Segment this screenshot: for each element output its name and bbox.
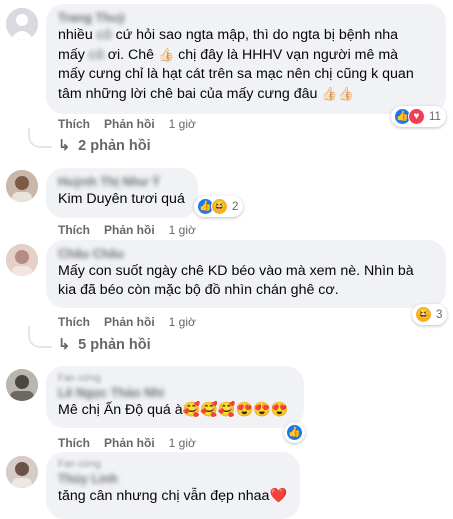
fan-badge: Fan cứng: [58, 459, 101, 470]
love-icon: ♥: [408, 108, 425, 125]
comment-bubble: Fan cứng Thùy Linh tăng cân nhưng chị vẫ…: [46, 452, 300, 519]
comment-bubble: Huỳnh Thị Như Ý Kim Duyên tươi quá: [46, 168, 198, 218]
avatar[interactable]: [6, 170, 38, 202]
thread-line: [28, 326, 52, 348]
timestamp[interactable]: 1 giờ: [169, 436, 196, 450]
reply-button[interactable]: Phản hồi: [104, 315, 155, 329]
haha-icon: 😆: [211, 198, 228, 215]
profile-photo-icon: [6, 456, 38, 488]
comment-actions: Thích Phản hồi 1 giờ: [58, 117, 196, 131]
reaction-count: 11: [429, 110, 441, 123]
reply-button[interactable]: Phản hồi: [104, 117, 155, 131]
reaction-summary[interactable]: 👍 😆 2: [194, 196, 244, 217]
reaction-count: 2: [232, 200, 239, 213]
comment-text: Mê chị Ấn Độ quá à🥰🥰🥰😍😍😍: [58, 402, 289, 418]
reaction-summary[interactable]: 👍: [284, 422, 305, 443]
comment-author[interactable]: Huỳnh Thị Như Ý: [58, 174, 186, 190]
like-button[interactable]: Thích: [58, 117, 90, 131]
profile-photo-icon: [6, 369, 38, 401]
comment-bubble: Trang Thuỷ nhiều cô cứ hỏi sao ngta mập,…: [46, 4, 446, 114]
comment-text: Mấy con suốt ngày chê KD béo vào mà xem …: [58, 263, 414, 298]
comment-author[interactable]: Thùy Linh: [58, 471, 288, 487]
like-button[interactable]: Thích: [58, 315, 90, 329]
reply-button[interactable]: Phản hồi: [104, 436, 155, 450]
reply-button[interactable]: Phản hồi: [104, 223, 155, 237]
comment-author[interactable]: Châu Châu: [58, 246, 434, 262]
reaction-summary[interactable]: 😆 3: [412, 304, 448, 325]
avatar[interactable]: [6, 8, 38, 40]
comment-text: nhiều cô cứ hỏi sao ngta mập, thì do ngt…: [58, 27, 414, 102]
avatar[interactable]: [6, 456, 38, 488]
comment-actions: Thích Phản hồi 1 giờ: [58, 436, 196, 450]
fan-badge: Fan cứng: [58, 373, 101, 384]
timestamp[interactable]: 1 giờ: [169, 223, 196, 237]
view-replies-link[interactable]: ↳ 2 phản hồi: [58, 138, 151, 154]
timestamp[interactable]: 1 giờ: [169, 117, 196, 131]
like-button[interactable]: Thích: [58, 223, 90, 237]
profile-photo-icon: [6, 244, 38, 276]
like-icon: 👍: [286, 424, 303, 441]
reaction-summary[interactable]: 👍 ♥ 11: [391, 106, 446, 127]
default-avatar-icon: [6, 8, 38, 40]
avatar[interactable]: [6, 244, 38, 276]
comment-text: Kim Duyên tươi quá: [58, 191, 185, 207]
timestamp[interactable]: 1 giờ: [169, 315, 196, 329]
comment-bubble: Châu Châu Mấy con suốt ngày chê KD béo v…: [46, 240, 446, 308]
pointing-hand-emoji-icon: 👍🏻👍🏻: [321, 86, 354, 101]
reply-arrow-icon: ↳: [58, 138, 71, 154]
comment-bubble: Fan cứng Lê Ngọc Thảo Nhi Mê chị Ấn Độ q…: [46, 366, 304, 428]
avatar[interactable]: [6, 369, 38, 401]
comment-actions: Thích Phản hồi 1 giờ: [58, 223, 196, 237]
pointing-hand-emoji-icon: 👍🏻: [158, 47, 175, 62]
reaction-count: 3: [436, 308, 443, 321]
view-replies-link[interactable]: ↳ 5 phản hồi: [58, 337, 151, 353]
comment-author[interactable]: Lê Ngọc Thảo Nhi: [58, 385, 292, 401]
haha-icon: 😆: [415, 306, 432, 323]
like-button[interactable]: Thích: [58, 436, 90, 450]
reply-arrow-icon: ↳: [58, 337, 71, 353]
comment-text: tăng cân nhưng chị vẫn đẹp nhaa❤️: [58, 488, 288, 504]
comment-author[interactable]: Trang Thuỷ: [58, 10, 434, 26]
comment-actions: Thích Phản hồi 1 giờ: [58, 315, 196, 329]
profile-photo-icon: [6, 170, 38, 202]
thread-line: [28, 128, 52, 148]
